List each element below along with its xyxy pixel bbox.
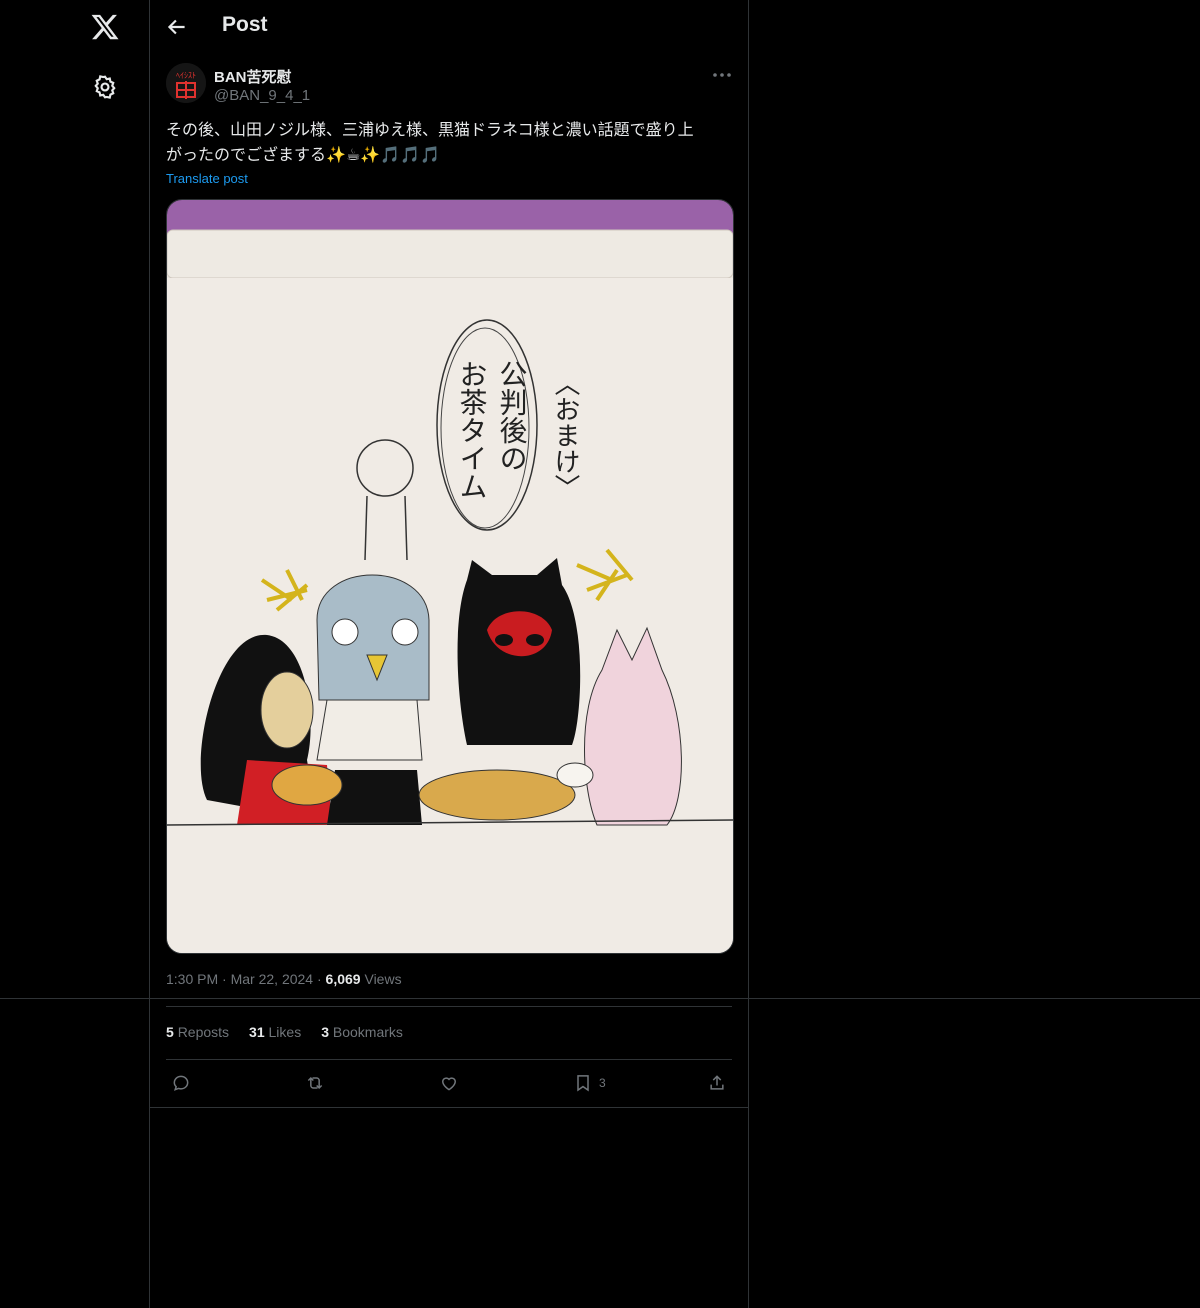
page-title: Post	[222, 13, 268, 36]
gear-icon[interactable]	[92, 74, 118, 100]
bubble-text: お茶タイム	[456, 360, 489, 500]
likes-stat[interactable]: 31 Likes	[249, 1024, 301, 1040]
x-logo-icon[interactable]	[90, 12, 120, 42]
post-text: その後、山田ノジル様、三浦ゆえ様、黒猫ドラネコ様と濃い話題で盛り上 がったのでご…	[166, 119, 736, 168]
author-handle[interactable]: @BAN_9_4_1	[214, 87, 310, 104]
bookmarks-stat[interactable]: 3 Bookmarks	[321, 1024, 403, 1040]
repost-button[interactable]	[305, 1072, 325, 1094]
back-arrow-icon[interactable]	[164, 14, 190, 40]
separator-dot: ·	[222, 971, 231, 987]
reposts-label: Reposts	[177, 1024, 230, 1040]
like-button[interactable]	[439, 1072, 459, 1094]
views-count: 6,069	[325, 971, 361, 987]
bookmarks-label: Bookmarks	[332, 1024, 403, 1040]
bubble-text: 公判後の	[496, 360, 529, 472]
heart-icon	[441, 1077, 457, 1091]
post-time[interactable]: 1:30 PM	[166, 971, 218, 987]
reposts-stat[interactable]: 5 Reposts	[166, 1024, 229, 1040]
bookmarks-count: 3	[321, 1024, 329, 1040]
reply-button[interactable]	[171, 1072, 191, 1094]
reposts-count: 5	[166, 1024, 174, 1040]
tea-emoji: ☕	[345, 145, 361, 164]
left-navigation	[0, 0, 150, 1308]
post-text-line: その後、山田ノジル様、三浦ゆえ様、黒猫ドラネコ様と濃い話題で盛り上	[166, 122, 694, 139]
sparkle-emoji: ✨	[326, 145, 346, 164]
likes-label: Likes	[268, 1024, 302, 1040]
post-stats: 5 Reposts 31 Likes 3 Bookmarks	[166, 1024, 403, 1040]
bookmark-button[interactable]: 3	[573, 1072, 606, 1094]
views-label: Views	[364, 971, 402, 987]
divider	[166, 1006, 732, 1007]
reply-icon	[173, 1075, 189, 1091]
separator-dot: ·	[316, 971, 326, 987]
post-meta: 1:30 PM · Mar 22, 2024 · 6,069 Views	[166, 971, 402, 987]
avatar[interactable]: ﾍｲｼｽﾄ	[166, 63, 206, 103]
post-date[interactable]: Mar 22, 2024	[231, 971, 314, 987]
action-bar: 3	[150, 1060, 748, 1106]
bookmark-icon	[577, 1075, 589, 1092]
post-image[interactable]: 公判後の お茶タイム 〈おまけ〉	[166, 199, 734, 954]
share-button[interactable]	[707, 1072, 727, 1094]
author-name[interactable]: BAN苦死慰	[214, 66, 292, 87]
repost-icon	[307, 1076, 323, 1090]
likes-count: 31	[249, 1024, 265, 1040]
post-column: Post ﾍｲｼｽﾄ BAN苦死慰 @BAN_9_4_1 その後、山田ノジル様、…	[150, 0, 749, 1308]
more-dots-icon[interactable]	[710, 66, 734, 84]
side-label: 〈おまけ〉	[550, 370, 580, 500]
share-icon	[710, 1075, 724, 1090]
divider	[150, 1107, 748, 1108]
svg-text:ﾍｲｼｽﾄ: ﾍｲｼｽﾄ	[176, 71, 196, 80]
post-text-part: がったのでござまする	[166, 147, 327, 164]
post-header: Post	[150, 0, 748, 53]
post-text-line: がったのでござまする✨☕✨🎵🎵🎵	[166, 143, 736, 168]
music-notes-emoji: 🎵🎵🎵	[380, 145, 440, 164]
sparkle-emoji: ✨	[360, 145, 381, 164]
bookmark-count: 3	[599, 1076, 606, 1090]
translate-post-link[interactable]: Translate post	[166, 171, 248, 186]
